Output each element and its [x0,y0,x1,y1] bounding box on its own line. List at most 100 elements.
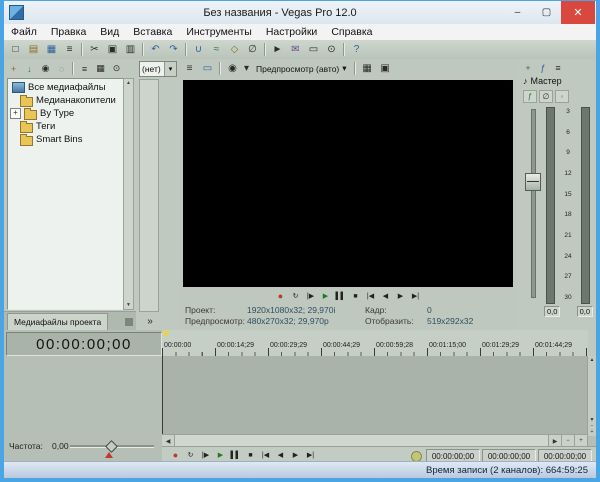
speaker-icon: ♪ [523,76,528,86]
media-properties-icon[interactable]: ≡ [77,62,92,76]
selection-edit-tool-icon[interactable]: ▭ [305,42,322,58]
zoom-edit-tool-icon[interactable]: ⊙ [323,42,340,58]
insert-fx-icon[interactable]: ƒ [536,61,550,74]
menu-help[interactable]: Справка [324,26,379,38]
lock-envelopes-icon[interactable]: ◇ [226,42,243,58]
play-from-start-button[interactable]: |▶ [304,290,317,302]
go-to-start-button[interactable]: |◀ [364,290,377,302]
timeline-vertical-scrollbar[interactable]: ▲ ▼ − + [587,356,596,436]
next-frame-button[interactable]: ▶ [394,290,407,302]
paste-icon[interactable]: ▥ [122,42,139,58]
mixer-properties-icon[interactable]: ≡ [551,61,565,74]
tab-project-media[interactable]: Медиафайлы проекта [7,313,108,330]
media-views-icon[interactable]: ▦ [93,62,108,76]
menu-view[interactable]: Вид [93,26,126,38]
insert-bus-icon[interactable]: + [521,61,535,74]
overlays-icon[interactable]: ▦ [359,61,376,77]
pause-button[interactable]: ▌▌ [334,290,347,302]
rate-slider-handle[interactable] [105,440,118,453]
folder-icon [20,123,33,133]
scroll-up-icon[interactable]: ▲ [126,80,131,86]
go-to-end-button[interactable]: ▶| [304,449,317,461]
maximize-button[interactable]: ▢ [532,1,561,24]
dock-overflow-button[interactable]: » [139,315,161,328]
capture-video-icon[interactable]: ◉ [38,62,53,76]
master-fader[interactable] [524,109,540,298]
media-tree-scrollbar[interactable]: ▲ ▼ [123,78,134,310]
new-bin-icon[interactable]: + [6,62,21,76]
auto-ripple-icon[interactable]: ≈ [208,42,225,58]
pause-button[interactable]: ▌▌ [229,449,242,461]
play-from-start-button[interactable]: |▶ [199,449,212,461]
go-to-end-button[interactable]: ▶| [409,290,422,302]
chevron-down-icon[interactable]: ▾ [164,62,176,76]
bus-fx-icon[interactable]: ƒ [523,90,537,103]
mute-icon[interactable]: ∅ [539,90,553,103]
media-toolbar: + ↓ ◉ ◌ ≡ ▦ ⊙ [6,60,135,77]
minimize-button[interactable]: – [503,1,532,24]
snapping-icon[interactable]: ∪ [190,42,207,58]
zoom-in-icon[interactable]: + [591,429,594,435]
external-monitor-icon[interactable]: ▭ [199,61,216,77]
record-button[interactable]: ● [274,290,287,302]
close-button[interactable]: ✕ [561,1,595,24]
expand-icon[interactable]: + [10,108,21,119]
previous-frame-button[interactable]: ◀ [379,290,392,302]
stop-button[interactable]: ■ [244,449,257,461]
envelope-edit-tool-icon[interactable]: ✉ [287,42,304,58]
play-button[interactable]: ▶ [214,449,227,461]
snapshot-icon[interactable]: ▣ [377,61,394,77]
undo-icon[interactable]: ↶ [147,42,164,58]
menu-options[interactable]: Настройки [259,26,325,38]
new-project-icon[interactable]: □ [7,42,24,58]
tree-item-smart-bins[interactable]: Smart Bins [8,133,123,146]
whats-this-help-icon[interactable]: ? [348,42,365,58]
loop-playback-button[interactable]: ↻ [289,290,302,302]
record-lamp-icon [411,451,422,462]
main-toolbar: □ ▤ ▦ ≡ ✂ ▣ ▥ ↶ ↷ ∪ ≈ ◇ ∅ ► ✉ ▭ ⊙ ? [4,40,596,60]
playhead-marker[interactable] [162,331,170,338]
timeline-timecode-display[interactable]: 00:00:00;00 [6,332,162,356]
fader-handle[interactable] [525,173,541,191]
loop-playback-button[interactable]: ↻ [184,449,197,461]
dock-strip-dropdown[interactable]: (нет) ▾ [139,61,177,77]
stop-button[interactable]: ■ [349,290,362,302]
scroll-up-icon[interactable]: ▲ [590,357,595,363]
rate-slider[interactable] [70,436,154,456]
get-media-web-icon[interactable]: ◌ [54,62,69,76]
ruler-corner [588,330,596,357]
tree-item-by-type[interactable]: + By Type [8,107,123,120]
search-media-icon[interactable]: ⊙ [109,62,124,76]
video-output-icon[interactable]: ◉ [224,61,241,77]
menu-tools[interactable]: Инструменты [179,26,258,38]
import-media-icon[interactable]: ↓ [22,62,37,76]
previous-frame-button[interactable]: ◀ [274,449,287,461]
menu-insert[interactable]: Вставка [126,26,179,38]
tree-item-media-bins[interactable]: Медианакопители [8,94,123,107]
solo-icon[interactable]: ◦ [555,90,569,103]
redo-icon[interactable]: ↷ [165,42,182,58]
tree-item-all-media[interactable]: Все медиафайлы [8,81,123,94]
tree-item-tags[interactable]: Теги [8,120,123,133]
scroll-down-icon[interactable]: ▼ [126,302,131,308]
menu-file[interactable]: Файл [4,26,44,38]
project-properties-icon[interactable]: ≡ [61,42,78,58]
play-button[interactable]: ▶ [319,290,332,302]
next-frame-button[interactable]: ▶ [289,449,302,461]
title-bar[interactable]: Без названия - Vegas Pro 12.0 – ▢ ✕ [4,1,596,24]
project-video-properties-icon[interactable]: ≡ [181,61,198,77]
record-button[interactable]: ● [169,449,182,461]
copy-icon[interactable]: ▣ [104,42,121,58]
normal-edit-tool-icon[interactable]: ► [269,42,286,58]
cut-icon[interactable]: ✂ [86,42,103,58]
ignore-event-grouping-icon[interactable]: ∅ [244,42,261,58]
open-project-icon[interactable]: ▤ [25,42,42,58]
go-to-start-button[interactable]: |◀ [259,449,272,461]
track-canvas[interactable] [162,356,588,434]
menu-edit[interactable]: Правка [44,26,93,38]
timeline-ruler[interactable]: 00:00:00 00:00:14;29 00:00:29;29 00:00:4… [162,330,588,357]
preview-quality-dropdown[interactable]: Предпросмотр (авто) ▾ [252,62,351,75]
save-project-icon[interactable]: ▦ [43,42,60,58]
db-label: 15 [564,191,571,198]
chevron-down-icon[interactable]: ▾ [242,61,251,77]
